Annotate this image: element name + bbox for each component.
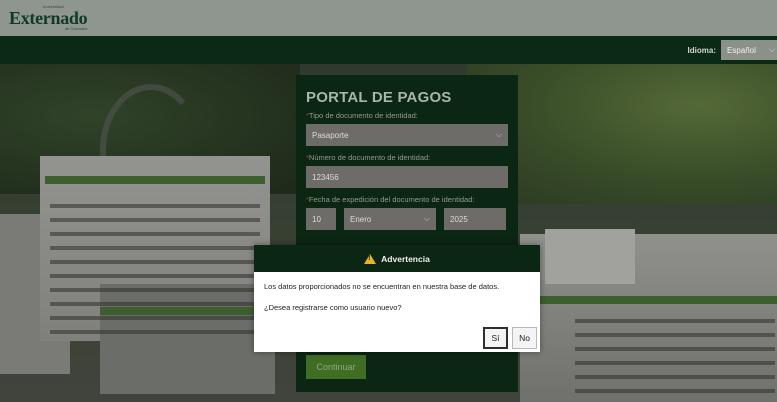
dialog-buttons: Sí No bbox=[483, 327, 537, 349]
yes-button[interactable]: Sí bbox=[483, 327, 508, 349]
doc-type-select[interactable]: Pasaporte ⌵ bbox=[306, 124, 508, 146]
doc-number-label-text: Número de documento de identidad: bbox=[308, 153, 431, 162]
issue-date-label: *Fecha de expedición del documento de id… bbox=[306, 195, 508, 204]
doc-type-value: Pasaporte bbox=[312, 130, 349, 140]
dialog-question: ¿Desea registrarse como usuario nuevo? bbox=[264, 303, 402, 312]
chevron-down-icon: ⌵ bbox=[768, 45, 775, 54]
logo-main-text: Externado bbox=[9, 8, 88, 28]
warning-dialog: Advertencia Los datos proporcionados no … bbox=[254, 245, 540, 352]
issue-month-value: Enero bbox=[350, 214, 372, 224]
doc-type-label: *Tipo de documento de identidad: bbox=[306, 111, 508, 120]
dialog-header: Advertencia bbox=[254, 245, 540, 272]
issue-date-row: 10 Enero ⌵ 2025 bbox=[306, 208, 508, 230]
doc-number-value: 123456 bbox=[312, 172, 339, 182]
issue-date-label-text: Fecha de expedición del documento de ide… bbox=[308, 195, 475, 204]
logo-sub-text: de Colombia bbox=[64, 26, 88, 31]
university-logo[interactable]: Universidad Externado de Colombia bbox=[9, 5, 88, 31]
issue-year-input[interactable]: 2025 bbox=[444, 208, 506, 230]
doc-number-input[interactable]: 123456 bbox=[306, 166, 508, 188]
issue-year-value: 2025 bbox=[450, 214, 468, 224]
language-label: Idioma: bbox=[687, 45, 716, 55]
issue-month-select[interactable]: Enero ⌵ bbox=[344, 208, 436, 230]
nav-bar: Idioma: Español ⌵ bbox=[0, 36, 777, 64]
doc-type-label-text: Tipo de documento de identidad: bbox=[308, 111, 418, 120]
dialog-message: Los datos proporcionados no se encuentra… bbox=[264, 282, 500, 291]
chevron-down-icon: ⌵ bbox=[495, 130, 502, 139]
no-button[interactable]: No bbox=[512, 327, 537, 349]
doc-number-label: *Número de documento de identidad: bbox=[306, 153, 508, 162]
chevron-down-icon: ⌵ bbox=[423, 214, 430, 223]
issue-day-value: 10 bbox=[312, 214, 321, 224]
dialog-body: Los datos proporcionados no se encuentra… bbox=[254, 272, 540, 312]
top-header: Universidad Externado de Colombia bbox=[0, 0, 777, 36]
warning-icon bbox=[364, 253, 377, 264]
continue-button[interactable]: Continuar bbox=[306, 355, 366, 379]
dialog-title: Advertencia bbox=[381, 253, 430, 264]
language-select[interactable]: Español ⌵ bbox=[721, 40, 777, 60]
language-value: Español bbox=[727, 45, 756, 55]
page-title: PORTAL DE PAGOS bbox=[306, 89, 452, 106]
issue-day-input[interactable]: 10 bbox=[306, 208, 336, 230]
